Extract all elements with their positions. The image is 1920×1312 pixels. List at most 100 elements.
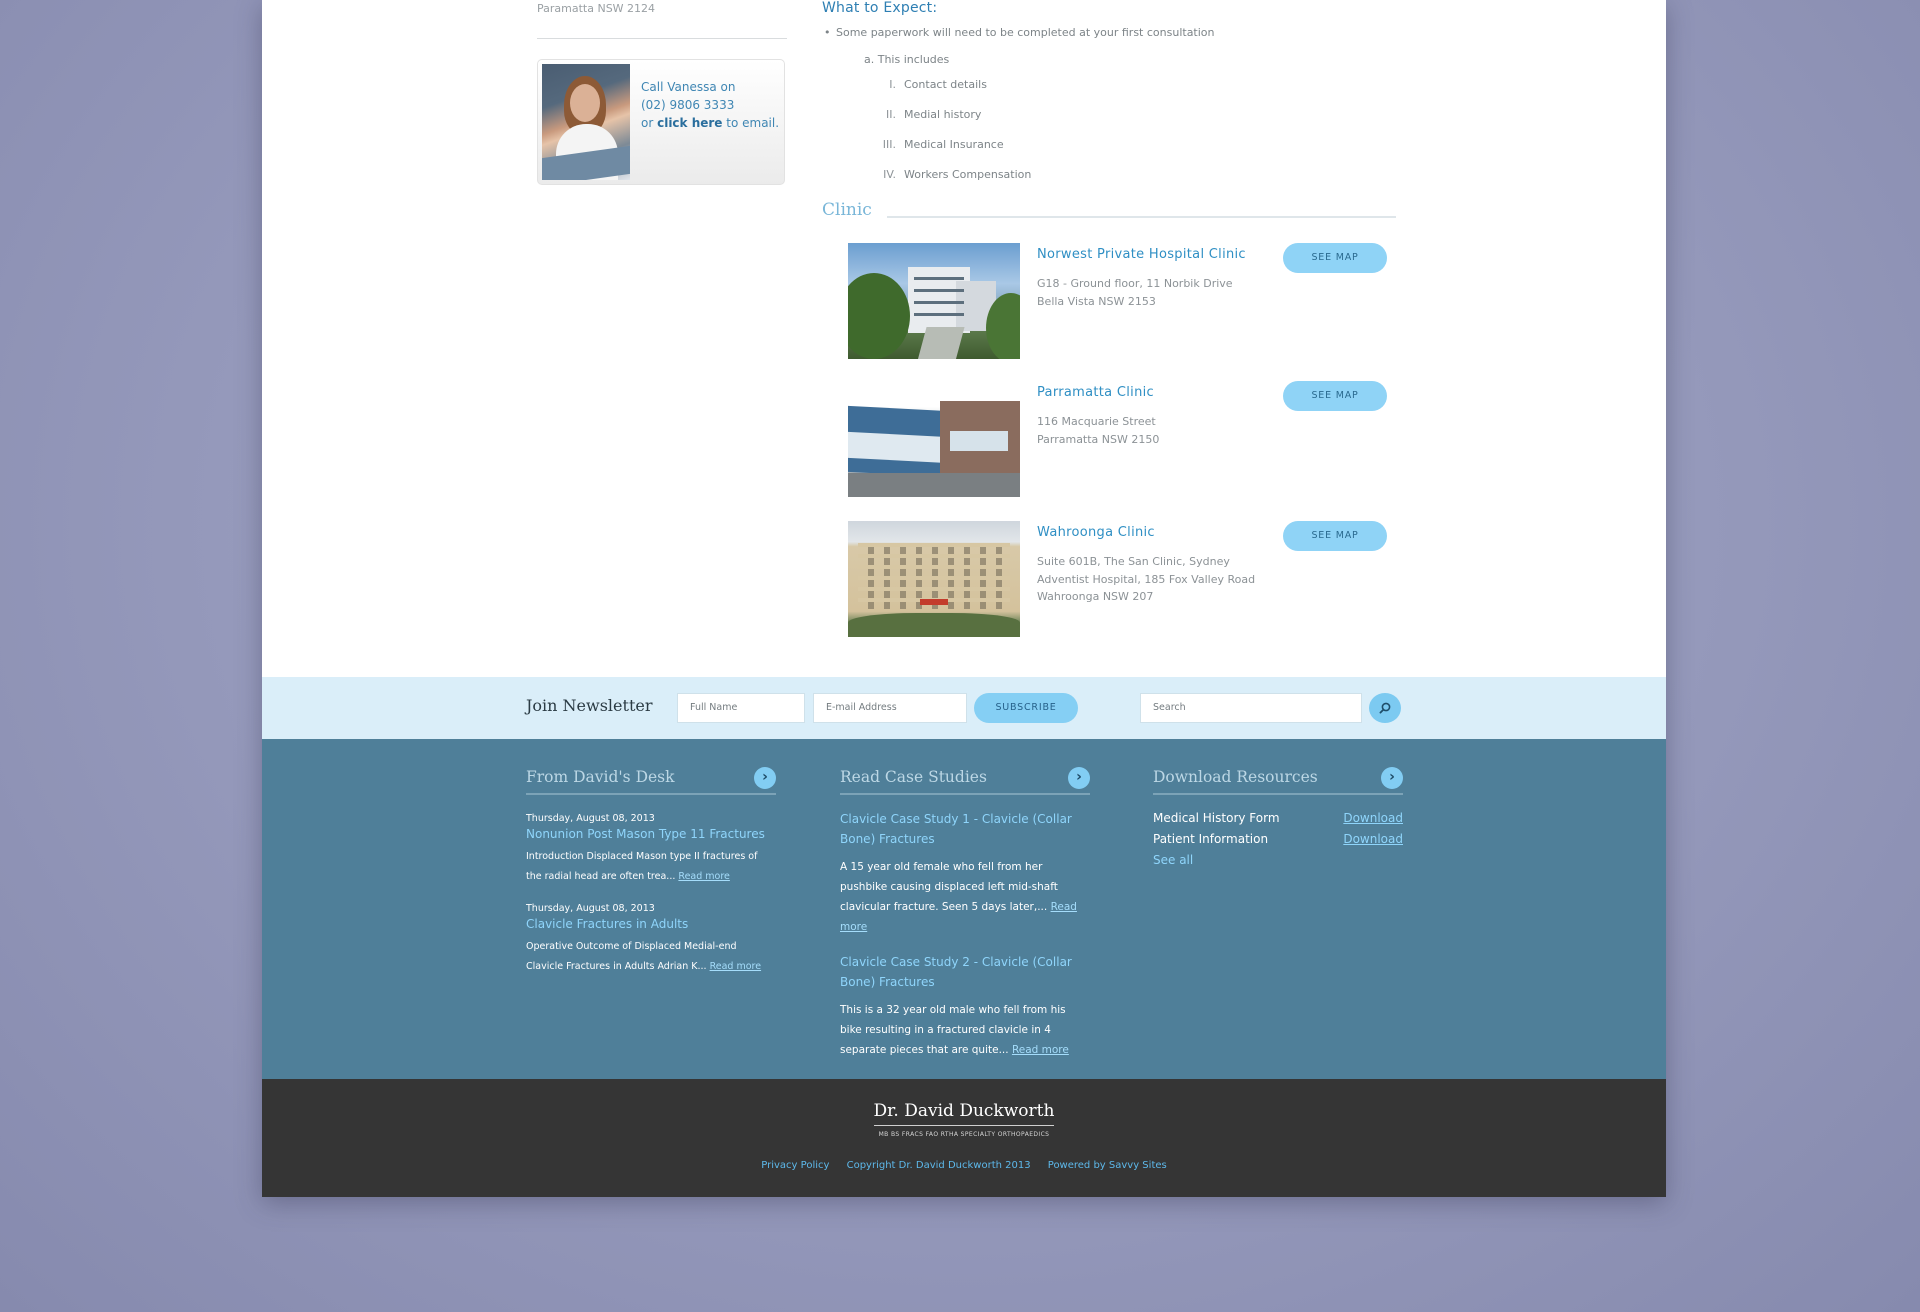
expect-sub-item: a. This includes [864, 53, 950, 66]
sidebar-divider [537, 38, 787, 39]
footer-brand: Dr. David Duckworth MB BS FRACS FAO RTHA… [262, 1101, 1666, 1138]
chevron-right-icon: › [1076, 769, 1082, 785]
resources-arrow-button[interactable]: › [1381, 767, 1403, 789]
contact-text: Call Vanessa on (02) 9806 3333 or click … [641, 78, 779, 132]
list-item: II. Medial history [822, 108, 1402, 127]
see-map-button[interactable]: SEE MAP [1283, 381, 1387, 411]
list-number: I. [889, 78, 896, 91]
clinic-photo [848, 243, 1020, 359]
case-excerpt-text: A 15 year old female who fell from her p… [840, 861, 1058, 913]
copyright-text: Copyright Dr. David Duckworth 2013 [846, 1160, 1031, 1171]
list-text: Contact details [904, 78, 987, 91]
clinic-address-line: Wahroonga NSW 207 [1037, 590, 1154, 603]
privacy-policy-link[interactable]: Privacy Policy [761, 1160, 829, 1171]
resources-header: Download Resources › [1153, 767, 1403, 795]
search-button[interactable] [1369, 693, 1401, 723]
desk-arrow-button[interactable]: › [754, 767, 776, 789]
case-excerpt: A 15 year old female who fell from her p… [840, 857, 1090, 937]
clinic-photo [848, 381, 1020, 497]
list-text: Workers Compensation [904, 168, 1032, 181]
contact-suffix: to email. [722, 116, 780, 130]
list-text: Medial history [904, 108, 982, 121]
sidebar-address: Paramatta NSW 2124 [537, 2, 656, 15]
resources-column: Download Resources › Medical History For… [1153, 767, 1403, 867]
footer-logo[interactable]: Dr. David Duckworth [873, 1101, 1055, 1126]
clinic-address-line: Suite 601B, The San Clinic, Sydney Adven… [1037, 555, 1256, 586]
case-title[interactable]: Clavicle Case Study 2 - Clavicle (Collar… [840, 952, 1090, 992]
post-title[interactable]: Nonunion Post Mason Type 11 Fractures [526, 827, 776, 841]
clinic-address-line: G18 - Ground floor, 11 Norbik Drive [1037, 277, 1233, 290]
contact-email-line: or click here to email. [641, 114, 779, 132]
post-date: Thursday, August 08, 2013 [526, 813, 655, 824]
resources-list: Medical History Form Download Patient In… [1153, 811, 1403, 867]
powered-by-link[interactable]: Powered by Savvy Sites [1048, 1160, 1167, 1171]
read-more-link[interactable]: Read more [710, 961, 762, 972]
search-icon [1379, 702, 1391, 714]
clinic-address-line: Parramatta NSW 2150 [1037, 432, 1160, 446]
cases-header: Read Case Studies › [840, 767, 1090, 795]
desk-title: From David's Desk [526, 768, 675, 786]
post-item: Thursday, August 08, 2013 Nonunion Post … [526, 813, 776, 887]
post-item: Thursday, August 08, 2013 Clavicle Fract… [526, 903, 776, 977]
clinic-name[interactable]: Wahroonga Clinic [1037, 525, 1155, 540]
expect-roman-list: I. Contact details II. Medial history III.… [822, 78, 1402, 187]
full-name-input[interactable]: Full Name [677, 693, 805, 723]
see-map-button[interactable]: SEE MAP [1283, 243, 1387, 273]
footer-columns: From David's Desk › Thursday, August 08,… [262, 739, 1666, 1079]
chevron-right-icon: › [1389, 769, 1395, 785]
post-excerpt: Operative Outcome of Displaced Medial-en… [526, 937, 776, 977]
see-all-link[interactable]: See all [1153, 853, 1403, 867]
contact-prefix: or [641, 116, 658, 130]
clinic-heading: Clinic [822, 200, 872, 220]
resource-label: Patient Information [1153, 832, 1269, 846]
contact-call-line: Call Vanessa on [641, 80, 736, 94]
clinic-address: G18 - Ground floor, 11 Norbik Drive Bell… [1037, 275, 1277, 310]
case-title[interactable]: Clavicle Case Study 1 - Clavicle (Collar… [840, 809, 1090, 849]
list-item: III. Medical Insurance [822, 138, 1402, 157]
expect-bullet: Some paperwork will need to be completed… [822, 26, 1402, 44]
clinic-card-parramatta: Parramatta Clinic 116 Macquarie Street P… [848, 381, 1388, 499]
clinic-address: 116 Macquarie Street Parramatta NSW 2150 [1037, 413, 1277, 448]
list-item: I. Contact details [822, 78, 1402, 97]
subscribe-button[interactable]: SUBSCRIBE [974, 693, 1078, 723]
clinic-card-wahroonga: Wahroonga Clinic Suite 601B, The San Cli… [848, 521, 1388, 639]
expect-title: What to Expect: [822, 0, 938, 16]
search-input[interactable]: Search [1140, 693, 1362, 723]
chevron-right-icon: › [762, 769, 768, 785]
email-input[interactable]: E-mail Address [813, 693, 967, 723]
cases-arrow-button[interactable]: › [1068, 767, 1090, 789]
clinic-address: Suite 601B, The San Clinic, Sydney Adven… [1037, 553, 1277, 606]
post-date: Thursday, August 08, 2013 [526, 903, 655, 914]
download-link[interactable]: Download [1343, 811, 1403, 825]
clinic-section-header: Clinic [822, 200, 1396, 224]
clinic-name[interactable]: Norwest Private Hospital Clinic [1037, 247, 1246, 262]
email-link[interactable]: click here [657, 116, 722, 130]
footer-credentials: MB BS FRACS FAO RTHA SPECIALTY ORTHOPAED… [878, 1131, 1050, 1138]
contact-phone[interactable]: (02) 9806 3333 [641, 96, 779, 114]
cases-title: Read Case Studies [840, 768, 987, 786]
post-excerpt-text: Operative Outcome of Displaced Medial-en… [526, 941, 737, 972]
list-number: II. [886, 108, 896, 121]
contact-photo [542, 64, 630, 180]
download-link[interactable]: Download [1343, 832, 1403, 846]
clinic-photo [848, 521, 1020, 637]
case-excerpt: This is a 32 year old male who fell from… [840, 1000, 1090, 1060]
read-more-link[interactable]: Read more [678, 871, 730, 882]
sidebar: Paramatta NSW 2124 Call Vanessa on (02) … [537, 0, 787, 185]
see-map-button[interactable]: SEE MAP [1283, 521, 1387, 551]
case-item: Clavicle Case Study 2 - Clavicle (Collar… [840, 952, 1090, 1060]
footer-links: Privacy Policy Copyright Dr. David Duckw… [262, 1160, 1666, 1171]
clinic-name[interactable]: Parramatta Clinic [1037, 385, 1154, 400]
resource-label: Medical History Form [1153, 811, 1280, 825]
resource-item: Medical History Form Download [1153, 811, 1403, 832]
read-more-link[interactable]: Read more [1012, 1044, 1069, 1056]
main-content: What to Expect: Some paperwork will need… [822, 0, 1402, 637]
site-footer: Dr. David Duckworth MB BS FRACS FAO RTHA… [262, 1079, 1666, 1197]
newsletter-bar: Join Newsletter Full Name E-mail Address… [262, 677, 1666, 739]
clinic-card-norwest: Norwest Private Hospital Clinic G18 - Gr… [848, 243, 1388, 361]
clinic-address-line: Bella Vista NSW 2153 [1037, 294, 1156, 308]
clinic-address-line: 116 Macquarie Street [1037, 415, 1156, 428]
cases-column: Read Case Studies › Clavicle Case Study … [840, 767, 1090, 1060]
list-item: IV. Workers Compensation [822, 168, 1402, 187]
post-title[interactable]: Clavicle Fractures in Adults [526, 917, 776, 931]
